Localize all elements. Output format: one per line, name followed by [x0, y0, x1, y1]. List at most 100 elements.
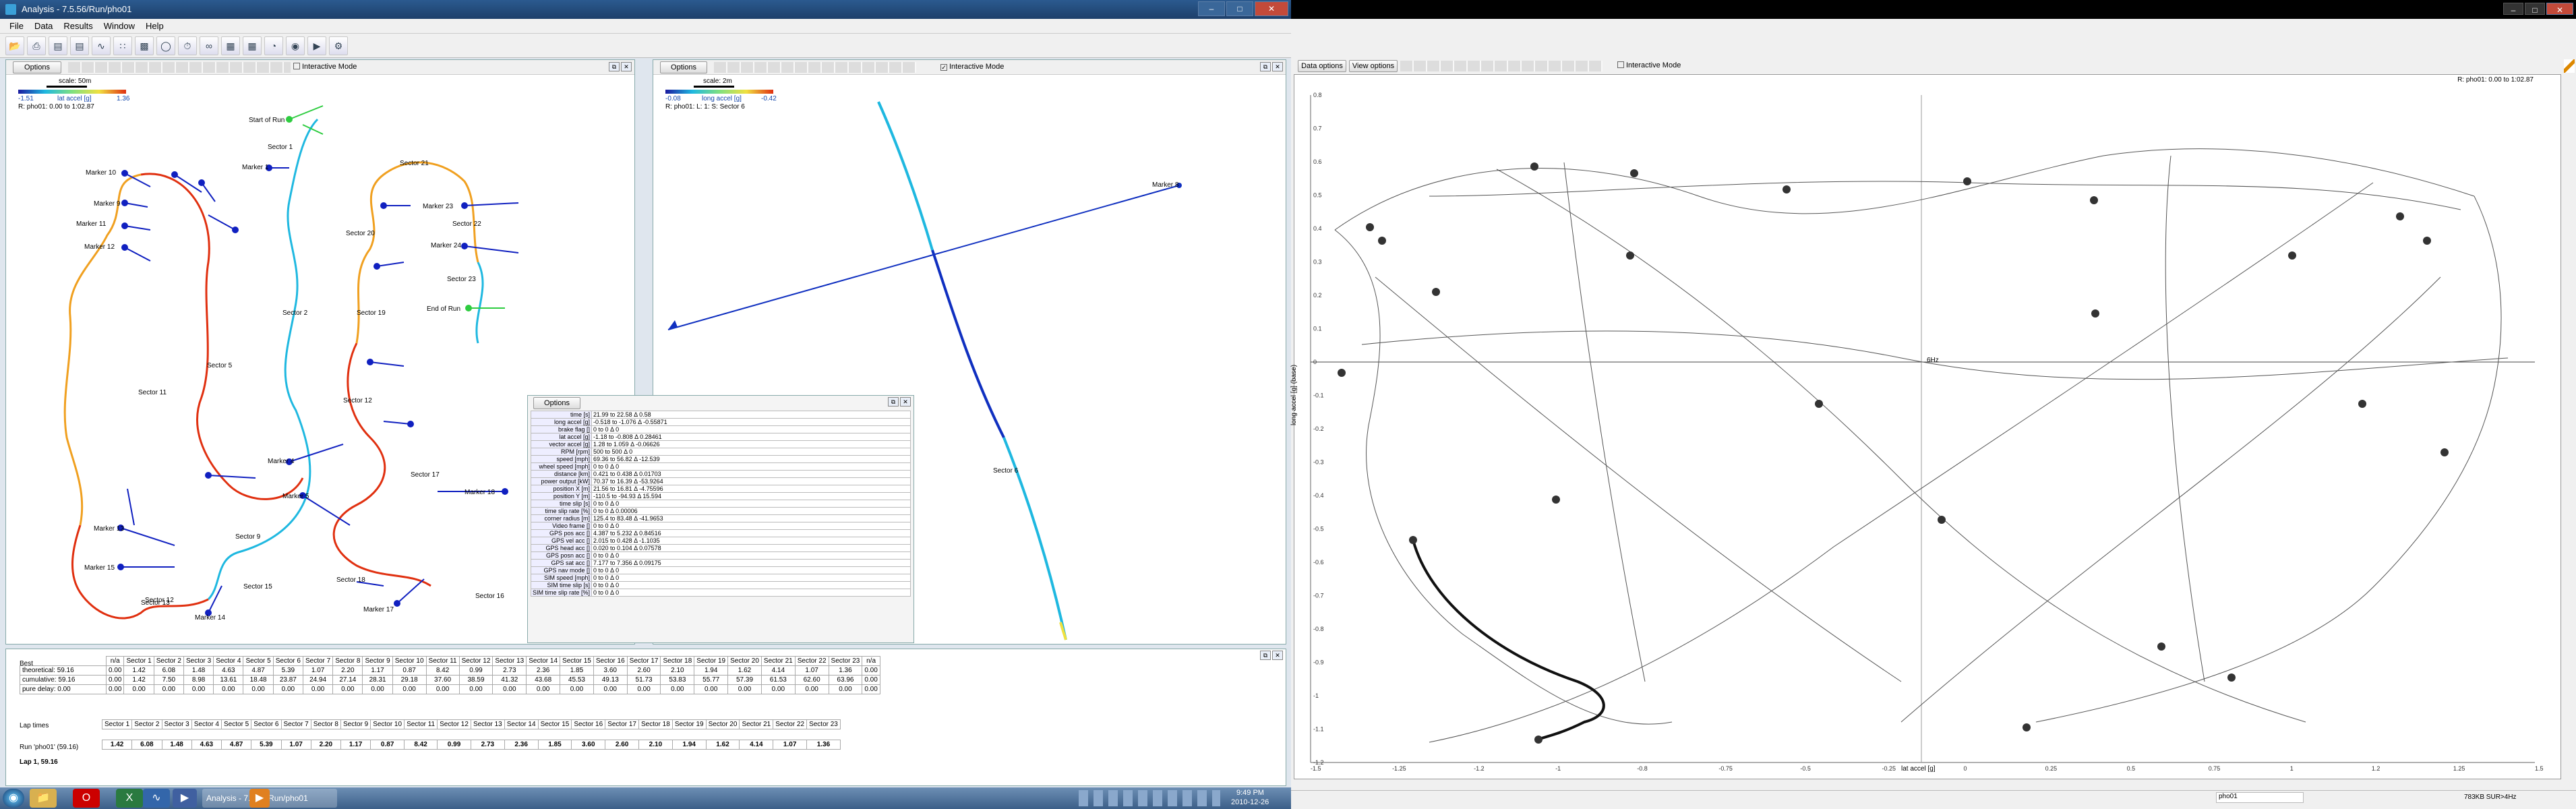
gg-plot-area[interactable]: R: pho01: 0.00 to 1:02.87 0.8 0.7 0.6 0.5 0.… — [1290, 74, 2562, 780]
table-icon[interactable]: ▦ — [221, 36, 240, 55]
lap-cell[interactable]: 2.10 — [638, 740, 673, 750]
best-cell: 13.61 — [213, 675, 244, 685]
best-row[interactable]: pure delay: 0.00 0.00 0.00 0.00 0.00 0.00 0.00… — [20, 684, 880, 694]
gg-close-button[interactable]: ✕ — [2546, 3, 2573, 15]
best-cell: 0.00 — [526, 684, 561, 694]
sector-restore-icon[interactable]: ⧉ — [1260, 651, 1271, 660]
gg-ytick: 0.8 — [1313, 92, 1322, 98]
best-cell: 0.00 — [153, 684, 184, 694]
best-row[interactable]: theoretical: 59.16 0.00 1.42 6.08 1.48 4.63 4.… — [20, 665, 880, 676]
lap-cell[interactable]: 2.73 — [470, 740, 505, 750]
minimize-button[interactable]: – — [1198, 1, 1225, 16]
lap-cell[interactable]: 2.20 — [310, 740, 342, 750]
track-icon[interactable]: ∞ — [200, 36, 218, 55]
start-button[interactable]: ◉ — [3, 789, 24, 808]
channel-value: 21.56 to 16.81 Δ -4.75596 — [591, 485, 911, 493]
lap-cell[interactable]: 8.42 — [404, 740, 438, 750]
lap-cell[interactable]: 4.87 — [220, 740, 252, 750]
lap-cell[interactable]: 1.94 — [671, 740, 707, 750]
lap-header: Sector 20 — [705, 719, 740, 729]
menu-window[interactable]: Window — [104, 21, 135, 31]
menu-results[interactable]: Results — [63, 21, 92, 31]
lap-cell[interactable]: 1.36 — [806, 740, 841, 750]
lap-header: Sector 15 — [537, 719, 572, 729]
lap-times-title: Lap times — [20, 722, 49, 729]
marker-label-17: Marker 17 — [363, 606, 394, 613]
sector-label-17: Sector 17 — [411, 471, 440, 479]
gg-maximize-button[interactable]: □ — [2525, 3, 2545, 15]
menu-data[interactable]: Data — [34, 21, 53, 31]
lap-cell[interactable]: 1.48 — [161, 740, 192, 750]
gg-data-options-button[interactable]: Data options — [1298, 60, 1346, 72]
lap-cell[interactable]: 0.87 — [370, 740, 405, 750]
gauge-icon[interactable]: ◔ — [264, 36, 283, 55]
sector-close-icon[interactable]: ✕ — [1272, 651, 1283, 660]
close-button[interactable]: ✕ — [1255, 1, 1288, 16]
stopwatch-icon[interactable]: ⏱ — [178, 36, 197, 55]
lap-cell[interactable]: 1.07 — [280, 740, 311, 750]
gg-interactive-checkbox[interactable]: Interactive Mode — [1617, 61, 1681, 69]
lap-cell[interactable]: 1.85 — [537, 740, 572, 750]
bar-chart-icon[interactable]: ▩ — [135, 36, 154, 55]
lap-cell[interactable]: 2.36 — [504, 740, 539, 750]
chart-task-icon[interactable]: ▶ — [173, 789, 197, 808]
best-cell: 62.60 — [794, 675, 829, 685]
run-label[interactable]: Run 'pho01' (59.16) — [20, 744, 78, 751]
best-row[interactable]: cumulative: 59.16 0.00 1.42 7.50 8.98 13.61 18… — [20, 675, 880, 685]
open-folder-icon[interactable]: 📂 — [5, 36, 24, 55]
lap-cell[interactable]: 1.17 — [340, 740, 371, 750]
lap-cell[interactable]: 6.08 — [131, 740, 162, 750]
sector-header: Sector 13 — [492, 656, 527, 666]
best-cell: 1.36 — [828, 665, 863, 676]
lap-cell[interactable]: 3.60 — [571, 740, 606, 750]
chart-icon[interactable]: ▤ — [70, 36, 89, 55]
globe-icon[interactable]: ◉ — [286, 36, 305, 55]
video-icon[interactable]: ▶ — [307, 36, 326, 55]
best-cell: 1.07 — [794, 665, 829, 676]
analysis-task-icon[interactable]: ∿ — [143, 789, 170, 808]
excel-icon[interactable]: X — [116, 789, 143, 808]
gg-marker-point — [1409, 536, 1417, 544]
menu-help[interactable]: Help — [146, 21, 164, 31]
lap-cell[interactable]: 1.07 — [773, 740, 808, 750]
opera-icon[interactable]: O — [73, 789, 100, 808]
lap-cell[interactable]: 5.39 — [251, 740, 282, 750]
pencil-icon[interactable] — [2564, 59, 2575, 73]
maximize-button[interactable]: □ — [1226, 1, 1253, 16]
taskbar-window-button[interactable]: Analysis - 7.5.56/Run/pho01 — [202, 789, 337, 808]
gg-plot-canvas[interactable]: 0.8 0.7 0.6 0.5 0.4 0.3 0.2 0.1 0 -0.1 -0.2 -0.3 -0.… — [1294, 75, 2562, 780]
data-restore-icon[interactable]: ⧉ — [888, 397, 899, 407]
gg-center-label: 6Hz — [1927, 357, 1939, 364]
lap-cell[interactable]: 4.63 — [191, 740, 222, 750]
grid-icon[interactable]: ▦ — [243, 36, 262, 55]
settings-icon[interactable]: ⚙ — [329, 36, 348, 55]
best-cell: 28.31 — [362, 675, 393, 685]
explorer-icon[interactable]: 📁 — [30, 789, 57, 808]
lap-label[interactable]: Lap 1, 59.16 — [20, 758, 58, 766]
clipboard-icon[interactable]: ▤ — [49, 36, 67, 55]
gg-xtick: 1.5 — [2535, 765, 2544, 772]
lap-cell[interactable]: 4.14 — [739, 740, 774, 750]
gg-minimize-button[interactable]: – — [2503, 3, 2523, 15]
lap-cell[interactable]: 1.42 — [101, 740, 133, 750]
sector-label-5: Sector 5 — [207, 362, 233, 369]
gg-view-options-button[interactable]: View options — [1349, 60, 1398, 72]
print-icon[interactable]: ⎙ — [27, 36, 46, 55]
channel-name: GPS sat acc [] — [530, 559, 593, 567]
gg-tool-icons[interactable] — [1400, 61, 1602, 71]
lap-cell[interactable]: 2.60 — [605, 740, 639, 750]
lap-cell[interactable]: 1.62 — [705, 740, 740, 750]
best-cell: 0.99 — [458, 665, 493, 676]
channel-name: wheel speed [mph] — [530, 462, 593, 471]
media-icon[interactable]: ▶ — [249, 789, 270, 808]
lap-cell[interactable]: 0.99 — [437, 740, 471, 750]
gg-plot-icon[interactable]: ◯ — [156, 36, 175, 55]
line-chart-icon[interactable]: ∿ — [92, 36, 111, 55]
menu-file[interactable]: File — [9, 21, 24, 31]
channel-name: lat accel [g] — [530, 433, 593, 441]
data-row: SIM time slip rate [%] 0 to 0 Δ 0 — [530, 589, 911, 597]
scatter-icon[interactable]: ∷ — [113, 36, 132, 55]
data-options-button[interactable]: Options — [533, 397, 580, 409]
data-close-icon[interactable]: ✕ — [900, 397, 911, 407]
system-tray-icons[interactable] — [1079, 790, 1220, 806]
